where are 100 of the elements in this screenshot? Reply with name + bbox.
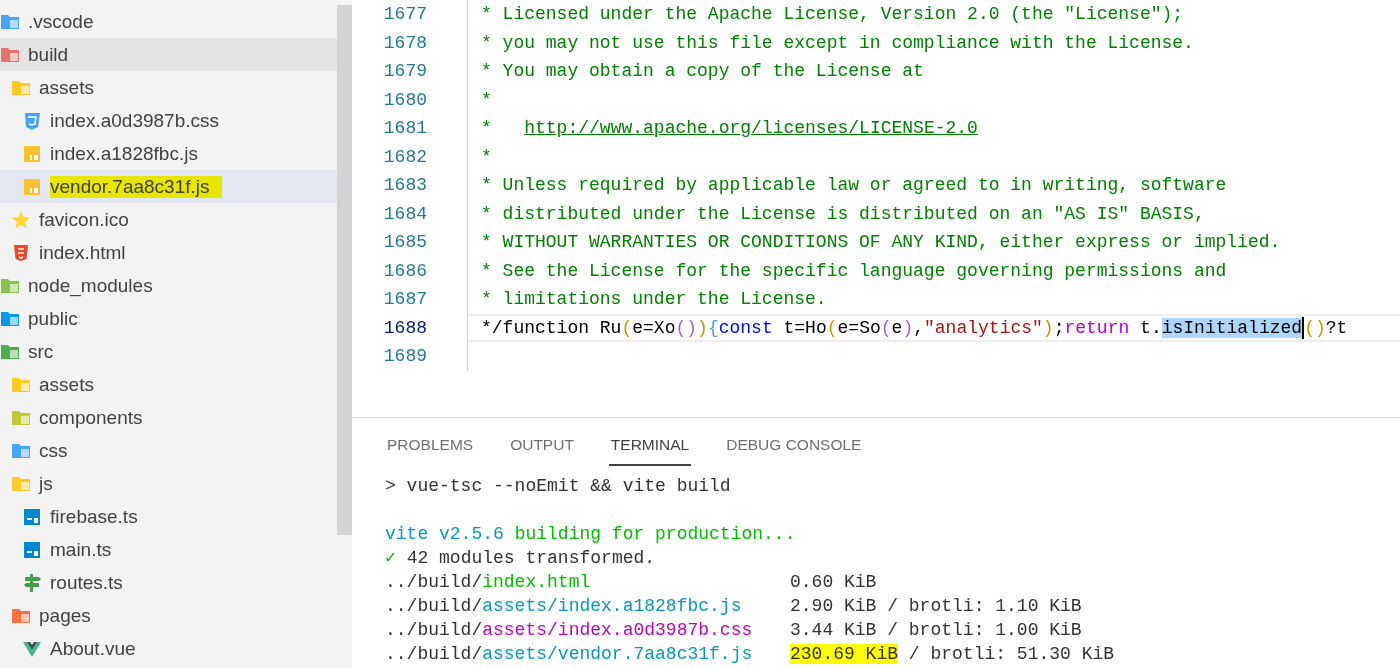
tree-item[interactable]: css — [0, 434, 337, 467]
tree-item[interactable]: index.html — [0, 236, 337, 269]
terminal-text: assets/vendor.7aa8c31f.js — [482, 644, 753, 664]
file-name: favicon.ico — [39, 208, 129, 231]
tree-item[interactable]: main.ts — [0, 533, 337, 566]
tree-item[interactable]: About.vue — [0, 632, 337, 665]
code-text: * Unless required by applicable law or agreed to in writing, software — [481, 175, 1227, 196]
tree-item[interactable]: assets — [0, 71, 337, 104]
file-name: build — [28, 43, 69, 66]
file-name: assets — [39, 76, 94, 99]
terminal-text: assets/index.a1828fbc.js — [482, 596, 742, 616]
tree-item[interactable]: routes.ts — [0, 566, 337, 599]
file-name: css — [39, 439, 68, 462]
file-name: node_modules — [28, 274, 153, 297]
code-text: return — [1064, 317, 1130, 338]
tree-item[interactable]: js — [0, 467, 337, 500]
terminal-text: 3.44 KiB / brotli: 1.00 KiB — [790, 620, 1082, 640]
panel-tab[interactable]: OUTPUT — [508, 436, 576, 466]
code-text: e=So — [837, 317, 881, 338]
tree-item[interactable]: assets — [0, 368, 337, 401]
terminal-text: vite v2.5.6 — [385, 524, 505, 544]
tree-item[interactable]: public — [0, 302, 337, 335]
terminal-text: ../build/ — [385, 572, 483, 592]
line-number: 1680 — [382, 89, 427, 110]
file-name: pages — [39, 604, 91, 627]
ts-file-icon — [22, 506, 42, 527]
line-number: 1685 — [382, 232, 427, 253]
line-number: 1679 — [382, 61, 427, 82]
terminal-text: building for production... — [514, 524, 796, 544]
code-text: e=Xo — [632, 317, 676, 338]
code-text: isInitialized — [1161, 317, 1303, 338]
file-name: js — [39, 472, 53, 495]
terminal-text: > vue-tsc --noEmit && vite build — [385, 476, 731, 496]
code-text: * WITHOUT WARRANTIES OR CONDITIONS OF ANY KIND, either express or implied. — [481, 232, 1281, 253]
terminal-text: / brotli: 51.30 KiB — [907, 644, 1115, 664]
file-name: routes.ts — [50, 571, 123, 594]
terminal-text: assets/index.a0d3987b.css — [482, 620, 753, 640]
panel-tab[interactable]: TERMINAL — [608, 436, 692, 466]
line-number: 1677 — [382, 4, 427, 25]
file-name: main.ts — [50, 538, 112, 561]
code-text: "analytics" — [924, 317, 1043, 338]
scrollbar-thumb[interactable] — [337, 5, 352, 535]
code-text: { — [707, 317, 719, 338]
file-name: .vscode — [28, 10, 94, 33]
terminal-text: 2.90 KiB / brotli: 1.10 KiB — [790, 596, 1082, 616]
code-text: * you may not use this file except in compliance with the License. — [481, 32, 1194, 53]
tree-item[interactable]: index.a0d3987b.css — [0, 104, 337, 137]
signpost-icon — [22, 572, 42, 593]
code-text: * distributed under the License is distributed on an "AS IS" BASIS, — [481, 203, 1205, 224]
code-text: ( — [621, 317, 633, 338]
line-number: 1682 — [382, 146, 427, 167]
code-text: ; — [1053, 317, 1065, 338]
file-name: index.html — [39, 241, 126, 264]
ts-file-icon — [22, 539, 42, 560]
line-number: 1686 — [382, 260, 427, 281]
file-name: firebase.ts — [50, 505, 138, 528]
terminal-text: ../build/ — [385, 620, 483, 640]
line-number: 1687 — [382, 289, 427, 310]
file-name: index.a0d3987b.css — [50, 109, 219, 132]
file-name: index.a1828fbc.js — [50, 142, 198, 165]
line-number: 1688 — [382, 317, 427, 338]
tree-item[interactable]: components — [0, 401, 337, 434]
tree-item[interactable]: src — [0, 335, 337, 368]
file-name: public — [28, 307, 78, 330]
tree-item[interactable]: vendor.7aa8c31f.js — [0, 170, 337, 203]
tree-item[interactable]: node_modules — [0, 269, 337, 302]
panel-tab[interactable]: PROBLEMS — [385, 436, 476, 466]
terminal-text: ../build/ — [385, 644, 483, 664]
terminal-text: 0.60 KiB — [790, 572, 877, 592]
tree-item[interactable]: build — [0, 38, 337, 71]
code-text: ( — [880, 317, 892, 338]
tree-item[interactable]: index.a1828fbc.js — [0, 137, 337, 170]
tree-item[interactable]: firebase.ts — [0, 500, 337, 533]
code-text: ( — [826, 317, 838, 338]
text-cursor — [1302, 316, 1305, 339]
file-name: components — [39, 406, 143, 429]
code-text: ) — [1042, 317, 1054, 338]
code-text: * — [481, 89, 492, 110]
code-text: () — [1304, 317, 1326, 338]
tree-item[interactable]: pages — [0, 599, 337, 632]
code-text: const — [718, 317, 773, 338]
terminal-text: 42 modules transformed. — [405, 548, 656, 568]
terminal-text: ✓ — [385, 548, 396, 568]
tree-item[interactable]: .vscode — [0, 5, 337, 38]
panel-tab[interactable]: DEBUG CONSOLE — [724, 436, 864, 466]
tree-item[interactable]: favicon.ico — [0, 203, 337, 236]
js-file-icon — [22, 143, 42, 164]
file-name: vendor.7aa8c31f.js — [50, 175, 222, 198]
code-text: ?t — [1325, 317, 1348, 338]
code-text: , — [913, 317, 924, 338]
code-text: * Licensed under the Apache License, Version 2.0 (the "License"); — [481, 4, 1184, 25]
code-text: ) — [902, 317, 914, 338]
terminal-text: 230.69 KiB — [790, 644, 899, 664]
code-link[interactable]: http://www.apache.org/licenses/LICENSE-2.0 — [524, 118, 978, 139]
terminal-text: ../build/ — [385, 596, 483, 616]
code-text: */function Ru — [481, 317, 622, 338]
file-name: About.vue — [50, 637, 136, 660]
line-number: 1689 — [382, 346, 427, 367]
css-file-icon — [22, 110, 42, 131]
line-number: 1678 — [382, 32, 427, 53]
